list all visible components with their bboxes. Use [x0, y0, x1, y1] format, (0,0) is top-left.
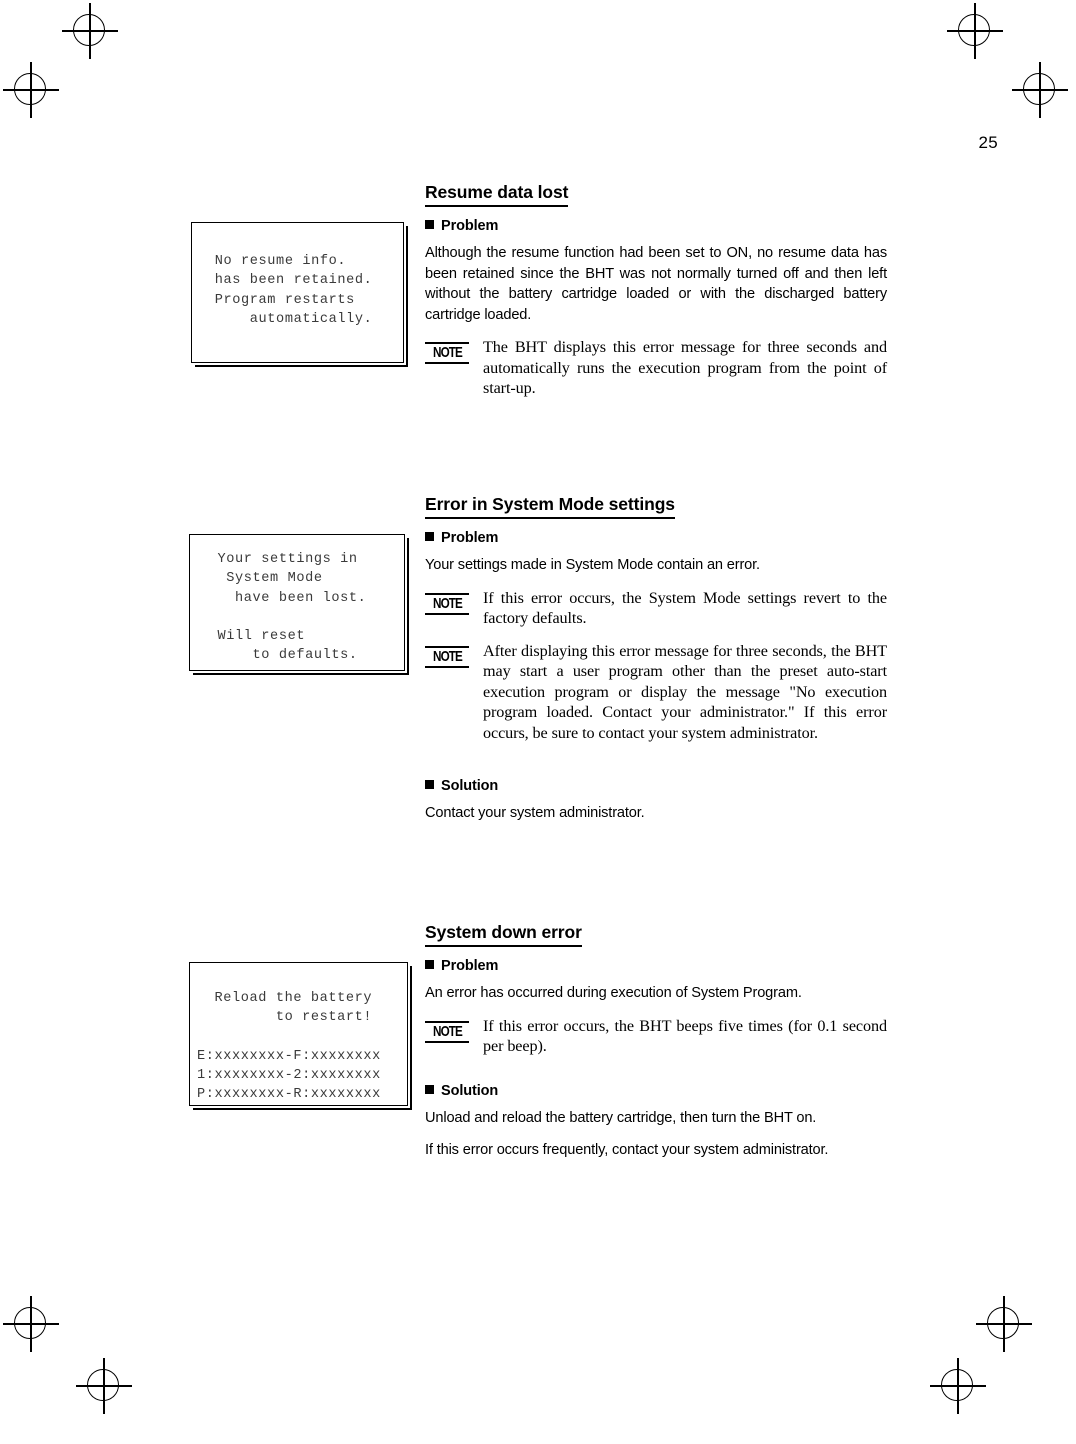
- section-title: Resume data lost: [425, 182, 568, 207]
- registration-mark-hline: [76, 1385, 132, 1387]
- bullet-square-icon: [425, 532, 434, 541]
- solution-heading: Solution: [425, 778, 887, 794]
- problem-heading: Problem: [425, 530, 887, 546]
- lcd-screen-text: Reload the battery to restart! E:xxxxxxx…: [197, 991, 381, 1103]
- registration-mark-bottom-left-outer: [3, 1296, 59, 1352]
- section-title: System down error: [425, 922, 582, 947]
- bullet-square-icon: [425, 779, 434, 789]
- lcd-screen-text: No resume info. has been retained. Progr…: [214, 254, 373, 327]
- problem-heading-label: Problem: [441, 530, 499, 546]
- note-block: NOTE After displaying this error message…: [425, 641, 887, 744]
- bullet-square-icon: [425, 960, 434, 969]
- note-icon: NOTE: [425, 592, 469, 615]
- lcd-screen-system-down-error: Reload the battery to restart! E:xxxxxxx…: [189, 962, 408, 1106]
- solution-text: Contact your system administrator.: [425, 804, 645, 821]
- registration-mark-top-left-outer: [3, 62, 59, 118]
- note-icon: NOTE: [425, 1020, 469, 1043]
- registration-mark-bottom-right-outer: [930, 1358, 986, 1414]
- registration-mark-hline: [62, 30, 118, 32]
- problem-text: An error has occurred during execution o…: [425, 985, 802, 1001]
- note-block: NOTE If this error occurs, the System Mo…: [425, 588, 887, 629]
- note-icon-label: NOTE: [432, 647, 463, 665]
- registration-mark-top-left-inner: [62, 3, 118, 59]
- note-icon-label: NOTE: [432, 344, 463, 361]
- solution-heading-label: Solution: [441, 1082, 499, 1099]
- problem-text: Although the resume function had been se…: [425, 245, 887, 323]
- registration-mark-bottom-left-inner: [76, 1358, 132, 1414]
- section-resume-data-lost: Resume data lost Problem Although the re…: [425, 182, 887, 411]
- bullet-square-icon: [425, 1084, 434, 1094]
- note-icon-label: NOTE: [432, 1022, 463, 1040]
- solution-heading-label: Solution: [441, 777, 499, 794]
- note-block: NOTE The BHT displays this error message…: [425, 337, 887, 399]
- note-text: If this error occurs, the BHT beeps five…: [483, 1016, 887, 1056]
- registration-mark-hline: [947, 30, 1003, 32]
- registration-mark-hline: [976, 1323, 1032, 1325]
- note-text: If this error occurs, the System Mode se…: [483, 588, 887, 628]
- note-icon: NOTE: [425, 342, 469, 364]
- registration-mark-hline: [3, 89, 59, 91]
- registration-mark-top-right-outer: [1012, 62, 1068, 118]
- problem-heading: Problem: [425, 958, 887, 974]
- note-block: NOTE If this error occurs, the BHT beeps…: [425, 1016, 887, 1057]
- note-icon-label: NOTE: [432, 594, 463, 612]
- solution-heading: Solution: [425, 1083, 887, 1099]
- section-title: Error in System Mode settings: [425, 494, 675, 519]
- registration-mark-bottom-right-inner: [976, 1296, 1032, 1352]
- lcd-screen-resume-data-lost: No resume info. has been retained. Progr…: [191, 222, 404, 363]
- problem-heading: Problem: [425, 218, 887, 234]
- registration-mark-top-right-inner: [947, 3, 1003, 59]
- solution-text: Unload and reload the battery cartridge,…: [425, 1109, 817, 1126]
- registration-mark-hline: [1012, 89, 1068, 91]
- note-icon: NOTE: [425, 645, 469, 668]
- page-number: 25: [978, 133, 998, 152]
- bullet-square-icon: [425, 220, 434, 229]
- lcd-screen-text: Your settings in System Mode have been l…: [217, 552, 367, 664]
- section-error-in-system-mode-settings: Error in System Mode settings Problem Yo…: [425, 494, 887, 823]
- note-text: After displaying this error message for …: [483, 641, 887, 743]
- note-text: The BHT displays this error message for …: [483, 338, 887, 398]
- lcd-screen-system-mode-error: Your settings in System Mode have been l…: [189, 534, 405, 671]
- section-system-down-error: System down error Problem An error has o…: [425, 922, 887, 1161]
- problem-heading-label: Problem: [441, 958, 499, 974]
- problem-heading-label: Problem: [441, 218, 499, 234]
- problem-text: Your settings made in System Mode contai…: [425, 557, 760, 573]
- solution-text: If this error occurs frequently, contact…: [425, 1142, 829, 1159]
- registration-mark-hline: [3, 1323, 59, 1325]
- registration-mark-hline: [930, 1385, 986, 1387]
